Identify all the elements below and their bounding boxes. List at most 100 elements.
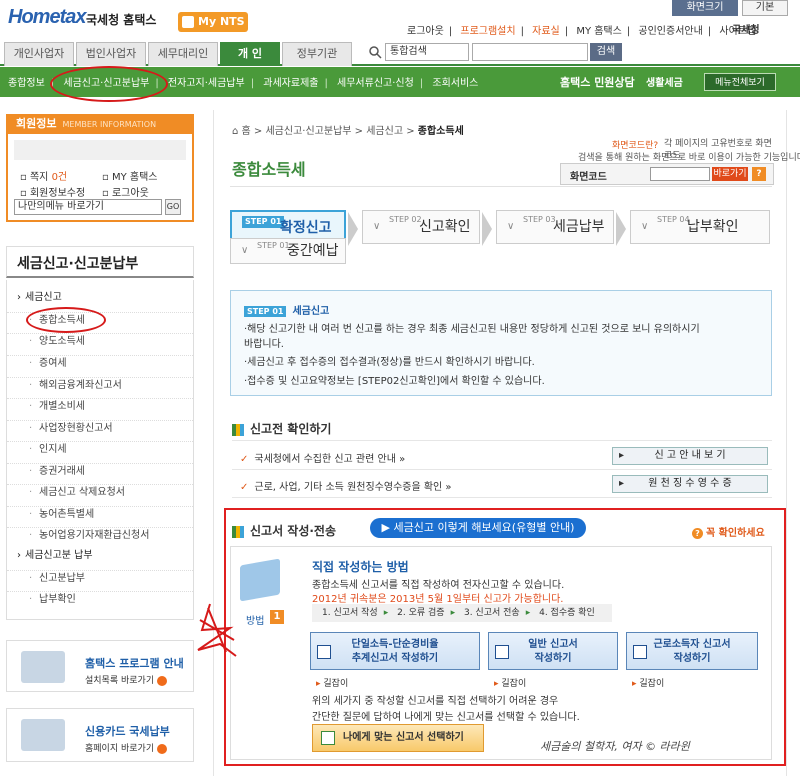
breadcrumb-item[interactable]: 세금신고 bbox=[366, 126, 403, 137]
util-my-hometax[interactable]: MY 홈택스 bbox=[576, 26, 622, 37]
left-menu-item[interactable]: 세금신고분 납부 bbox=[7, 548, 193, 564]
breadcrumb-item[interactable]: 홈 bbox=[242, 126, 251, 137]
find-my-form-button[interactable]: 나에게 맞는 신고서 선택하기 bbox=[312, 724, 484, 752]
divider bbox=[232, 440, 772, 441]
quick-menu-go-button[interactable]: GO bbox=[165, 199, 181, 215]
site-name: 국세청 홈택스 bbox=[86, 13, 157, 27]
guide-link[interactable]: 길잡이 bbox=[316, 676, 348, 689]
font-size-button[interactable]: 화면크기 bbox=[672, 0, 738, 16]
step-confirm[interactable]: ∨ STEP 02 신고확인 bbox=[362, 210, 480, 244]
pen-icon bbox=[317, 645, 331, 659]
left-menu-item[interactable]: 양도소득세 bbox=[7, 333, 193, 350]
breadcrumb-item[interactable]: 세금신고·신고분납부 bbox=[265, 126, 351, 137]
breadcrumb: ⌂ 홈 > 세금신고·신고분납부 > 세금신고 > 종합소득세 bbox=[232, 126, 464, 137]
guide-link[interactable]: 길잡이 bbox=[632, 676, 664, 689]
home-icon: ⌂ bbox=[232, 126, 242, 137]
info-title: STEP 01 세금신고 bbox=[244, 302, 329, 317]
left-menu-item[interactable]: 세금신고 bbox=[7, 290, 193, 306]
guide-link[interactable]: 길잡이 bbox=[494, 676, 526, 689]
member-title-en: MEMBER INFORMATION bbox=[62, 120, 157, 129]
subnav-inquiry[interactable]: 조회서비스 bbox=[432, 78, 478, 89]
my-nts-icon bbox=[182, 16, 194, 28]
must-check-link[interactable]: ? 꼭 확인하세요 bbox=[692, 524, 765, 539]
left-menu-item[interactable]: 사업장현황신고서 bbox=[7, 420, 193, 437]
program-banner[interactable]: 홈택스 프로그램 안내 설치목록 바로가기 bbox=[6, 640, 194, 692]
note-line: 위의 세가지 중 작성할 신고서를 직접 선택하기 어려운 경우 bbox=[312, 696, 559, 707]
life-tax-link[interactable]: 생활세금 bbox=[646, 74, 683, 89]
tab-corporate-business[interactable]: 법인사업자 bbox=[76, 42, 146, 66]
card-banner-sub-label: 홈페이지 바로가기 bbox=[85, 744, 155, 754]
left-menu-item[interactable]: 해외금융계좌신고서 bbox=[7, 377, 193, 394]
filing-guide-button[interactable]: 신 고 안 내 보 기 bbox=[612, 447, 768, 465]
left-menu: 세금신고 종합소득세 양도소득세 증여세 해외금융계좌신고서 개별소비세 사업장… bbox=[6, 280, 194, 620]
go-arrow-icon bbox=[157, 743, 168, 754]
arrow-right-icon: ▸ bbox=[450, 608, 456, 618]
tab-personal[interactable]: 개 인 bbox=[220, 42, 280, 66]
find-my-form-label: 나에게 맞는 신고서 선택하기 bbox=[343, 732, 464, 743]
util-program-install[interactable]: 프로그램설치 bbox=[460, 26, 515, 37]
hometax-logo[interactable]: Hometax bbox=[8, 6, 86, 29]
wage-earner-form-button[interactable]: 근로소득자 신고서 작성하기 bbox=[626, 632, 758, 670]
subnav-e-notice[interactable]: 전자고지·세금납부 bbox=[168, 78, 245, 89]
left-menu-item[interactable]: 개별소비세 bbox=[7, 398, 193, 415]
util-library[interactable]: 자료실 bbox=[532, 26, 560, 37]
book-icon bbox=[232, 525, 244, 538]
simple-expense-form-button[interactable]: 단일소득-단순경비율 추계신고서 작성하기 bbox=[310, 632, 480, 670]
util-logout[interactable]: 로그아웃 bbox=[407, 26, 444, 37]
all-menu-button[interactable]: 메뉴전체보기 bbox=[704, 73, 776, 91]
search-button[interactable]: 검색 bbox=[590, 43, 622, 61]
info-line: ·세금신고 후 접수증의 접수결과(정상)를 반드시 확인하시기 바랍니다. bbox=[244, 357, 535, 368]
book-icon bbox=[232, 423, 244, 436]
search-scope-select[interactable]: 통합검색 bbox=[385, 43, 469, 61]
left-menu-item[interactable]: 신고분납부 bbox=[7, 570, 193, 587]
member-logout-label: 로그아웃 bbox=[111, 188, 149, 199]
left-menu-item[interactable]: 인지세 bbox=[7, 441, 193, 458]
divider bbox=[232, 469, 772, 470]
search-icon bbox=[369, 46, 382, 59]
step-payment-confirm[interactable]: ∨ STEP 04 납부확인 bbox=[630, 210, 770, 244]
write-heading: 신고서 작성·전송 bbox=[232, 522, 336, 539]
withholding-receipt-button[interactable]: 원 천 징 수 영 수 증 bbox=[612, 475, 768, 493]
basic-size-button[interactable]: 기본 bbox=[742, 0, 788, 16]
subnav-general-info[interactable]: 종합정보 bbox=[8, 78, 45, 89]
arrow-right-icon: ▸ bbox=[525, 608, 531, 618]
tab-tax-agent[interactable]: 세무대리인 bbox=[148, 42, 218, 66]
screen-code-help-icon[interactable]: ? bbox=[752, 167, 766, 181]
info-line: ·접수증 및 신고요약정보는 [STEP02신고확인]에서 확인할 수 있습니다… bbox=[244, 376, 545, 387]
general-form-button[interactable]: 일반 신고서 작성하기 bbox=[488, 632, 618, 670]
left-menu-item[interactable]: 농어업용기자재환급신청서 bbox=[7, 527, 193, 544]
step-payment[interactable]: ∨ STEP 03 세금납부 bbox=[496, 210, 614, 244]
card-payment-banner[interactable]: 신용카드 국세납부 홈페이지 바로가기 bbox=[6, 708, 194, 762]
subnav-documents[interactable]: 세무서류신고·신청 bbox=[337, 78, 414, 89]
civil-consult-link[interactable]: 홈택스 민원상담 bbox=[560, 74, 635, 90]
left-menu-item[interactable]: 증여세 bbox=[7, 355, 193, 372]
step-arrow-icon bbox=[616, 212, 626, 246]
util-cert-guide[interactable]: 공인인증서안내 bbox=[638, 26, 702, 37]
left-menu-item[interactable]: 증권거래세 bbox=[7, 463, 193, 480]
step-interim-prepay[interactable]: ∨ STEP 01 중간예납 bbox=[230, 238, 346, 264]
program-banner-sub-label: 설치목록 바로가기 bbox=[85, 676, 155, 686]
screen-code-label: 화면코드 bbox=[570, 172, 607, 183]
my-nts-button[interactable]: My NTS bbox=[178, 12, 248, 32]
write-title: 신고서 작성·전송 bbox=[250, 524, 337, 538]
how-to-guide-button[interactable]: ▶ 세금신고 이렇게 해보세요(유형별 안내) bbox=[370, 518, 586, 538]
quick-menu-select[interactable]: 나만의메뉴 바로가기 bbox=[14, 199, 162, 215]
left-menu-item[interactable]: 납부확인 bbox=[7, 591, 193, 608]
memo-count: 0건 bbox=[51, 172, 68, 183]
subnav-tax-data[interactable]: 과세자료제출 bbox=[263, 78, 318, 89]
memo-link[interactable]: ▫ 쪽지 0건 bbox=[20, 168, 67, 183]
tab-government[interactable]: 정부기관 bbox=[282, 42, 352, 66]
member-edit-link[interactable]: ▫ 회원정보수정 bbox=[20, 184, 85, 199]
left-menu-item[interactable]: 세금신고 삭제요청서 bbox=[7, 484, 193, 501]
member-my-hometax-link[interactable]: ▫ MY 홈택스 bbox=[102, 168, 157, 183]
screen-code-go-button[interactable]: 바로가기 bbox=[712, 167, 748, 181]
left-menu-item[interactable]: 농어촌특별세 bbox=[7, 506, 193, 523]
method-number: 1 bbox=[270, 610, 284, 624]
screen-code-input[interactable] bbox=[650, 167, 710, 181]
member-logout-link[interactable]: ▫ 로그아웃 bbox=[102, 184, 149, 199]
search-input[interactable] bbox=[472, 43, 588, 61]
pre-check-title: 신고전 확인하기 bbox=[250, 422, 332, 436]
tab-individual-business[interactable]: 개인사업자 bbox=[4, 42, 74, 66]
nts-logo[interactable]: 국세청 bbox=[732, 21, 760, 36]
question-icon: ? bbox=[692, 528, 703, 539]
